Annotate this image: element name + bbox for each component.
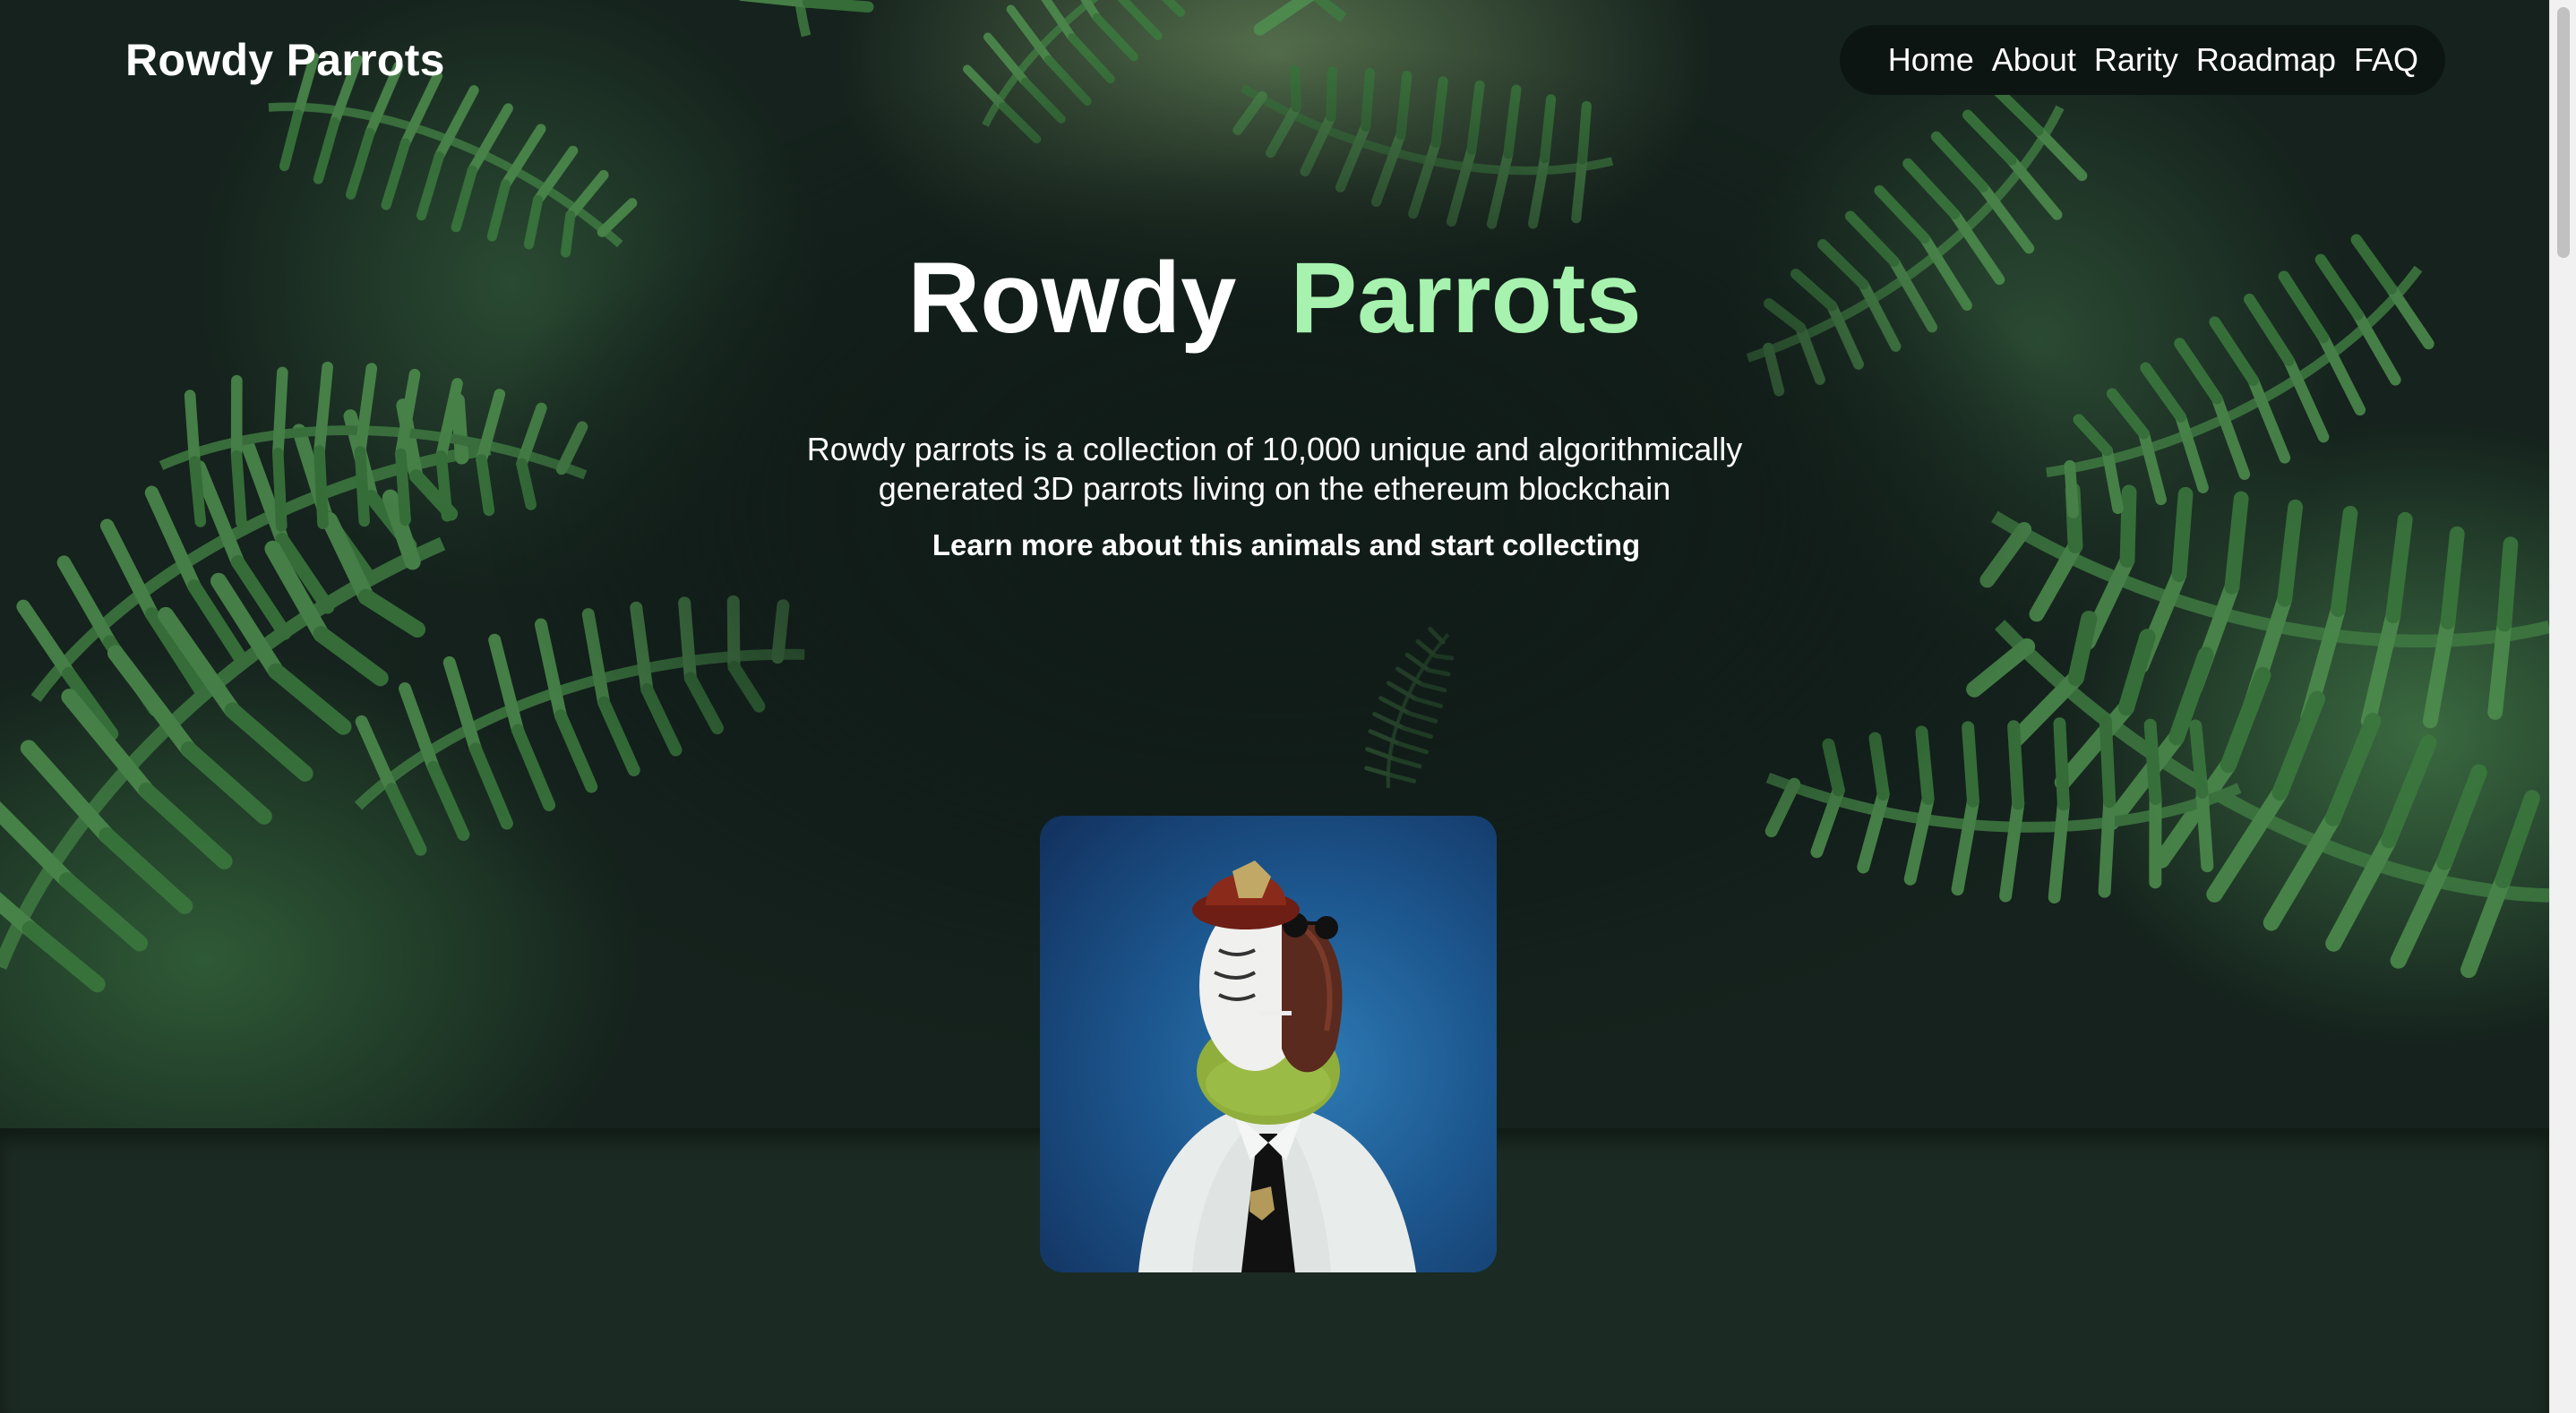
hero-title-word1: Rowdy [907,242,1237,354]
scrollbar-thumb[interactable] [2557,7,2570,258]
nav-home[interactable]: Home [1888,41,1974,79]
nav-about[interactable]: About [1992,41,2076,79]
page-scrollbar[interactable] [2549,0,2576,1413]
hero-title: Rowdy Parrots [0,240,2549,356]
nav-faq[interactable]: FAQ [2354,41,2418,79]
hero-description: Rowdy parrots is a collection of 10,000 … [806,431,1743,507]
site-logo[interactable]: Rowdy Parrots [125,34,445,86]
page: Rowdy Parrots Home About Rarity Roadmap … [0,0,2576,1413]
main-nav: Home About Rarity Roadmap FAQ [1840,25,2445,95]
parrot-nft-card[interactable] [1040,816,1497,1272]
hero-title-word2: Parrots [1290,242,1642,354]
nav-rarity[interactable]: Rarity [2094,41,2178,79]
nav-roadmap[interactable]: Roadmap [2196,41,2336,79]
hero-cta-text: Learn more about this animals and start … [932,528,1641,561]
parrot-nft-image [1138,861,1416,1272]
